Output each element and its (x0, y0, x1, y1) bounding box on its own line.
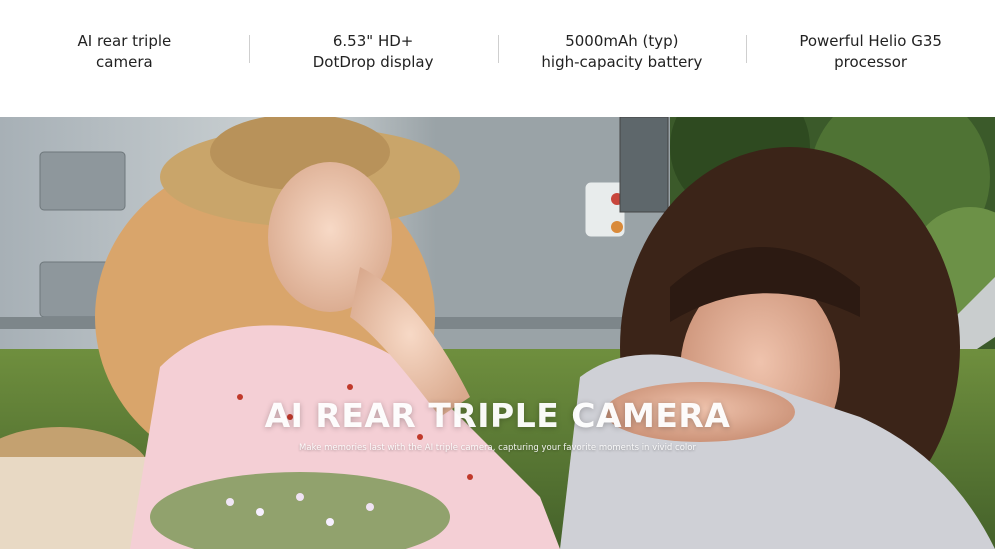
feature-strip: AI rear triple camera 6.53" HD+ DotDrop … (0, 0, 995, 117)
hero-photo (0, 117, 995, 549)
hero-subtitle: Make memories last with the AI triple ca… (299, 443, 696, 453)
feature-battery-text: 5000mAh (typ) high-capacity battery (541, 31, 703, 71)
hero-title: AI REAR TRIPLE CAMERA (264, 396, 731, 435)
hero-banner: AI REAR TRIPLE CAMERA Make memories last… (0, 117, 995, 549)
feature-camera-text: AI rear triple camera (77, 31, 172, 71)
feature-item-battery: 5000mAh (typ) high-capacity battery (497, 0, 747, 117)
feature-item-processor: Powerful Helio G35 processor (746, 0, 995, 117)
feature-display-text: 6.53" HD+ DotDrop display (312, 31, 434, 71)
feature-item-camera: AI rear triple camera (0, 0, 249, 117)
feature-processor-text: Powerful Helio G35 processor (799, 31, 942, 71)
feature-item-display: 6.53" HD+ DotDrop display (248, 0, 498, 117)
